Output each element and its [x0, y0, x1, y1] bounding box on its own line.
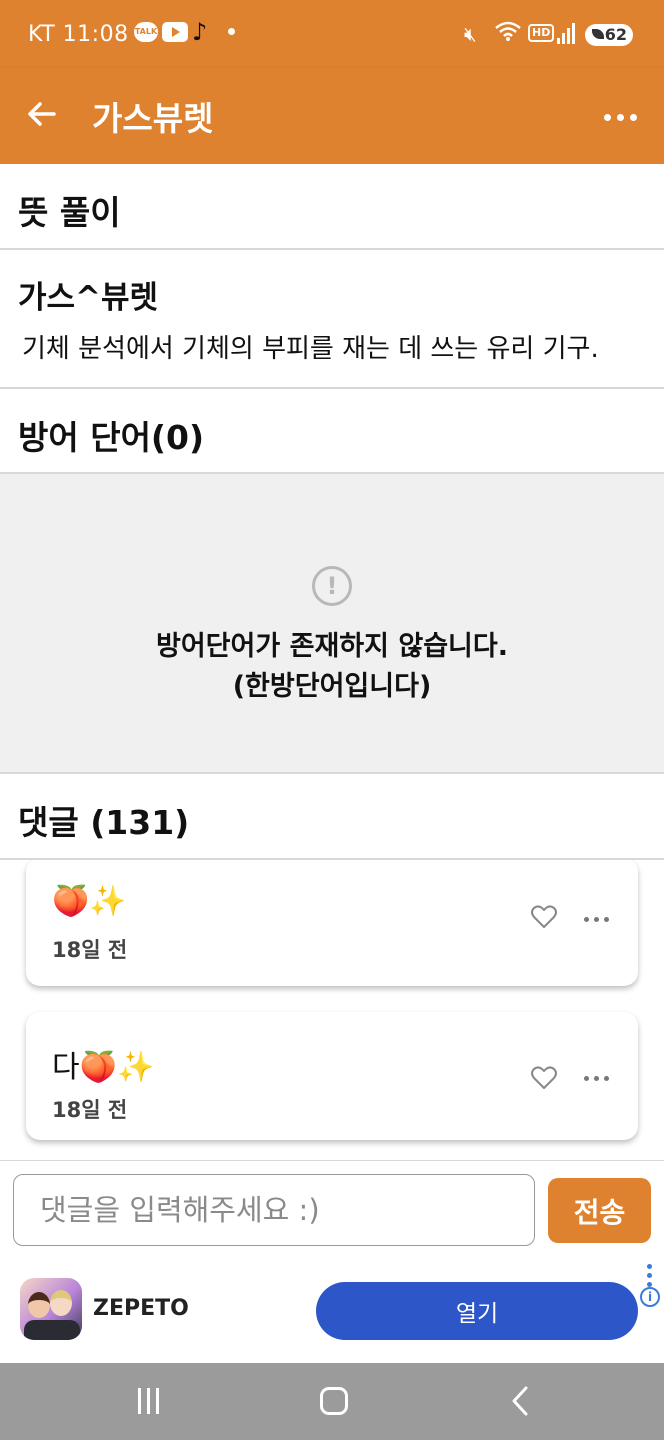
wifi-icon: [494, 20, 522, 47]
clock-time: 11:08: [62, 22, 129, 47]
word-title: 가스^뷰렛: [18, 280, 159, 316]
battery-indicator: 62: [585, 24, 633, 46]
empty-message-line2: (한방단어입니다): [232, 671, 432, 702]
ad-app-name: ZEPETO: [93, 1296, 189, 1321]
app-bar: 가스뷰렛: [0, 68, 664, 164]
kakaotalk-icon: TALK: [134, 22, 158, 42]
youtube-icon: [162, 22, 188, 42]
signal-icon: [557, 22, 577, 44]
more-options-button[interactable]: [596, 98, 646, 138]
ad-open-button[interactable]: 열기: [316, 1282, 638, 1340]
comment-card: 다🍑✨ 18일 전: [26, 1012, 638, 1140]
comment-text: 🍑✨: [52, 884, 127, 919]
mute-icon: 🔇︎: [464, 22, 477, 46]
comments-header-label: 댓글 (131): [18, 803, 190, 842]
comment-input[interactable]: [13, 1174, 535, 1246]
comment-more-button[interactable]: [582, 915, 612, 925]
carrier-label: KT: [28, 22, 56, 47]
more-notifications-dot-icon: [228, 28, 235, 35]
status-carrier-time: KT 11:08: [28, 22, 129, 47]
ad-info-icon[interactable]: i: [640, 1287, 660, 1307]
recents-button[interactable]: [136, 1388, 162, 1414]
back-button[interactable]: [22, 94, 66, 138]
nav-back-button[interactable]: [506, 1385, 536, 1417]
status-bar: KT 11:08 TALK ♪ 🔇︎ HD 62: [0, 0, 664, 68]
comment-more-button[interactable]: [582, 1074, 612, 1084]
battery-level: 62: [604, 25, 627, 44]
comments-list[interactable]: 🍑✨ 18일 전 다🍑✨ 18일 전: [0, 860, 664, 1160]
comments-section-header: 댓글 (131): [0, 774, 664, 860]
tiktok-icon: ♪: [192, 18, 208, 46]
hd-voice-icon: HD: [528, 24, 555, 42]
battery-saver-icon: [592, 29, 604, 39]
send-button[interactable]: 전송: [548, 1178, 651, 1243]
ad-more-icon[interactable]: [646, 1264, 654, 1288]
ad-banner: ZEPETO 열기 i: [0, 1260, 664, 1363]
comment-text: 다🍑✨: [52, 1050, 155, 1085]
heart-icon[interactable]: [530, 1064, 558, 1092]
home-button[interactable]: [320, 1387, 348, 1415]
comment-date: 18일 전: [52, 938, 128, 962]
exclamation-circle-icon: !: [312, 566, 352, 606]
defense-section-header: 방어 단어(0): [0, 389, 664, 474]
page-title: 가스뷰렛: [92, 99, 214, 138]
comment-date: 18일 전: [52, 1098, 128, 1122]
comment-input-bar: 전송: [0, 1160, 664, 1260]
defense-empty-state: ! 방어단어가 존재하지 않습니다. (한방단어입니다): [0, 474, 664, 774]
arrow-left-icon: [28, 102, 56, 126]
word-definition: 기체 분석에서 기체의 부피를 재는 데 쓰는 유리 기구.: [22, 334, 599, 364]
meaning-header-label: 뜻 풀이: [18, 193, 121, 232]
comment-card: 🍑✨ 18일 전: [26, 860, 638, 986]
meaning-section-header: 뜻 풀이: [0, 164, 664, 250]
defense-header-label: 방어 단어(0): [18, 418, 205, 457]
meaning-content: [0, 250, 664, 389]
heart-icon[interactable]: [530, 903, 558, 931]
empty-message-line1: 방어단어가 존재하지 않습니다.: [156, 631, 508, 662]
system-nav-bar: [0, 1363, 664, 1440]
zepeto-app-icon[interactable]: [20, 1278, 82, 1340]
